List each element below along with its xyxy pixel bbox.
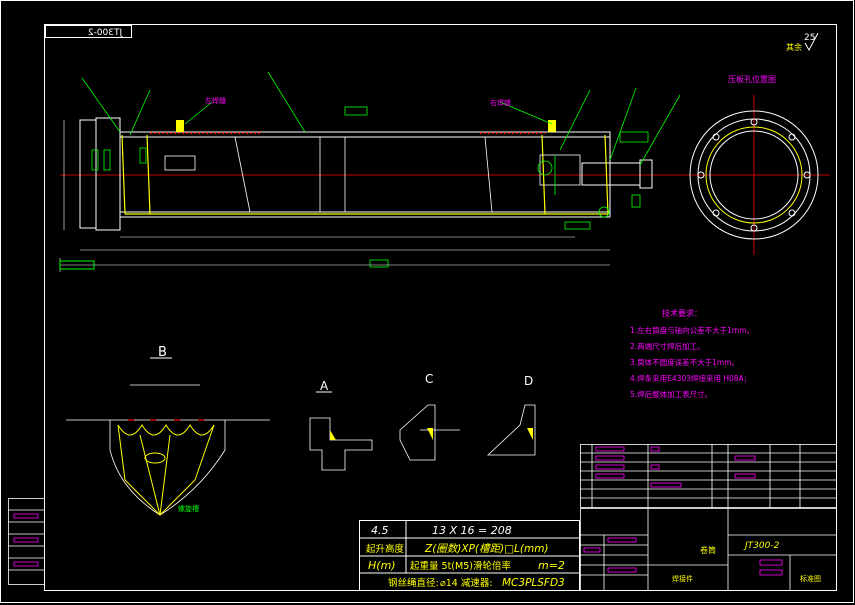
- title-block-company: 焊接件: [672, 574, 693, 583]
- technical-requirements: 技术要求： 1.左右筒盘与轴向公差不大于1mm。 2.两端尺寸焊后加工。 3.筒…: [630, 308, 754, 399]
- drum-main-view: 左焊缝 右焊缝: [59, 71, 681, 272]
- spec-r1-c1: 4.5: [371, 524, 389, 537]
- spec-r3-c1: H(m): [368, 559, 396, 572]
- mirrored-code-text: JT300-2: [88, 28, 123, 38]
- detail-d-letter: D: [524, 374, 533, 388]
- roughness-note: 其余: [786, 42, 802, 52]
- spec-r4-c3: MC3PLSFD3: [502, 577, 565, 589]
- spec-r4-c1: 钢丝绳直径:: [388, 577, 439, 589]
- spec-r1-c2: 13 X 16 = 208: [432, 524, 512, 537]
- drawing-frame: [0, 0, 854, 603]
- right-weld-label: 右焊缝: [490, 98, 511, 107]
- tech-req-item: 2.两端尺寸焊后加工。: [630, 341, 705, 351]
- pressplate-view-label: 压板孔位置图: [728, 74, 776, 84]
- tech-req-item: 1.左右筒盘与轴向公差不大于1mm。: [630, 325, 754, 335]
- weld-detail-d: D: [486, 374, 536, 456]
- weld-detail-c: C: [399, 372, 460, 461]
- left-weld-label: 左焊缝: [205, 96, 226, 105]
- detail-c-letter: C: [425, 372, 433, 386]
- title-block-code: JT300-2: [743, 541, 780, 551]
- spec-r3-c2: 起重量 5t(M5)滑轮倍率: [410, 560, 511, 572]
- tech-req-item: 4.焊条采用E4303焊接采用 H08A；: [630, 373, 751, 383]
- spec-r4-c2: ⌀14 减速器:: [440, 577, 493, 589]
- helix-groove-label: 螺旋槽: [178, 504, 199, 513]
- left-revision-strip: [8, 498, 45, 585]
- section-b-view: B 螺旋槽: [66, 345, 270, 516]
- spec-r2-c1: 起升高度: [366, 543, 405, 555]
- spec-r3-c3: m=2: [538, 559, 565, 572]
- title-block-scale-label: 标准图: [800, 574, 821, 583]
- tech-req-title: 技术要求：: [662, 308, 702, 318]
- spec-r2-c2: Z(圈数)XP(槽距)□L(mm): [424, 543, 549, 555]
- tech-req-item: 5.焊后整体加工表尺寸。: [630, 389, 712, 399]
- mirrored-code-box: JT300-2: [45, 25, 132, 38]
- tech-req-item: 3.筒体不圆度误差不大于1mm。: [630, 357, 739, 367]
- cad-drawing-canvas: JT300-2 25 其余 左焊缝 右焊缝 压板孔位置图 B 螺旋槽 A C D…: [0, 0, 854, 603]
- roughness-mark: 25 其余: [786, 32, 819, 52]
- weld-detail-a: A: [309, 379, 373, 471]
- parts-list: [580, 444, 837, 508]
- title-block-name: 卷筒: [700, 545, 716, 555]
- pressplate-view: 压板孔位置图: [680, 74, 830, 255]
- detail-a-letter: A: [320, 379, 329, 393]
